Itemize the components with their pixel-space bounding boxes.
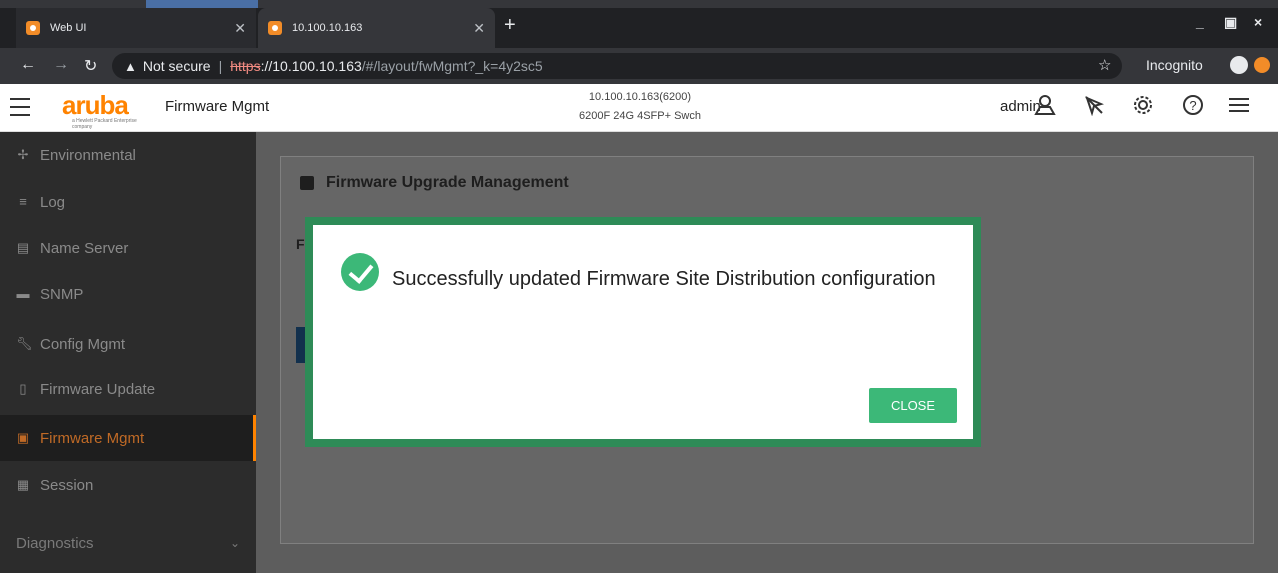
url-host: ://10.100.10.163 (260, 58, 362, 74)
sidebar-item-config-mgmt[interactable]: 🔧︎ Config Mgmt (0, 321, 256, 367)
sidebar-item-label: Log (40, 193, 66, 211)
server-icon: ▤ (16, 240, 30, 255)
sidebar-item-label: Config Mgmt (40, 335, 126, 353)
new-tab-button[interactable]: + (504, 14, 516, 37)
browser-toolbar: ← → ↻ ▲ Not secure | https ://10.100.10.… (0, 48, 1278, 84)
browser-tab-active[interactable]: 10.100.10.163 ✕ (258, 8, 495, 48)
firmware-mgmt-icon: ▣ (16, 430, 30, 445)
sidebar-item-label: SNMP (40, 285, 84, 303)
warning-icon: ▲ (124, 58, 137, 74)
app-header: aruba a Hewlett Packard Enterprise compa… (0, 84, 1278, 132)
security-label: Not secure (142, 58, 211, 74)
sidebar: ✢ Environmental ≡ Log ▤ Name Server ▬ SN… (0, 132, 256, 573)
url-separator: | (218, 58, 223, 74)
sidebar-item-snmp[interactable]: ▬ SNMP (0, 271, 256, 317)
device-model: 6200F 24G 4SFP+ Swch (579, 110, 701, 122)
close-window-button[interactable]: × (1254, 14, 1262, 30)
gear-icon[interactable] (1130, 94, 1156, 120)
chevron-down-icon: ⌄ (229, 536, 240, 550)
aruba-favicon-icon (268, 21, 282, 35)
logo-tagline: a Hewlett Packard Enterprise company (72, 118, 137, 130)
sidebar-item-label: Name Server (40, 239, 129, 257)
url-scheme: https (230, 58, 261, 74)
sidebar-item-session[interactable]: ▦ Session (0, 462, 256, 508)
restore-button[interactable]: ▣ (1224, 14, 1237, 31)
browser-tab-webui[interactable]: Web UI ✕ (16, 8, 256, 48)
menu-icon[interactable] (1226, 94, 1252, 120)
panel-title: Firmware Upgrade Management (300, 174, 569, 192)
page-title: Firmware Mgmt (165, 98, 270, 115)
tab-title: Web UI (50, 22, 87, 34)
sidebar-toggle-icon[interactable] (10, 98, 30, 116)
dialog-message: Successfully updated Firmware Site Distr… (392, 268, 936, 290)
forward-arrow-icon[interactable]: → (53, 56, 69, 74)
reload-icon[interactable]: ↻ (84, 56, 97, 76)
sidebar-item-firmware-update[interactable]: ▯ Firmware Update (0, 366, 256, 412)
close-tab-icon[interactable]: ✕ (473, 20, 485, 37)
minimize-button[interactable]: _ (1196, 14, 1204, 30)
sidebar-item-label: Environmental (40, 146, 136, 164)
list-icon: ≡ (19, 194, 27, 209)
wrench-icon: 🔧︎ (16, 336, 33, 351)
sidebar-section-diagnostics[interactable]: Diagnostics ⌄ (0, 520, 256, 566)
help-icon[interactable]: ? (1180, 94, 1206, 120)
url-path: /#/layout/fwMgmt?_k=4y2sc5 (361, 58, 543, 74)
incognito-icon (1230, 56, 1248, 74)
device-info: 10.100.10.163(6200) 6200F 24G 4SFP+ Swch (560, 88, 720, 126)
sidebar-item-label: Session (40, 476, 94, 494)
snmp-icon: ▬ (16, 286, 30, 301)
bookmark-star-icon[interactable]: ☆ (1098, 56, 1111, 74)
close-button[interactable]: CLOSE (869, 388, 957, 423)
address-bar[interactable]: ▲ Not secure | https ://10.100.10.163 /#… (112, 53, 1122, 79)
sidebar-item-firmware-mgmt[interactable]: ▣ Firmware Mgmt (0, 415, 256, 461)
panel-label-fragment: F (296, 236, 305, 252)
sidebar-item-environmental[interactable]: ✢ Environmental (0, 132, 256, 178)
firmware-mgmt-icon (300, 176, 314, 190)
sidebar-item-log[interactable]: ≡ Log (0, 179, 256, 225)
aruba-favicon-icon (26, 21, 40, 35)
extension-icon[interactable] (1254, 57, 1270, 73)
tab-title: 10.100.10.163 (292, 22, 363, 34)
browser-tab-bar: Web UI ✕ 10.100.10.163 ✕ + _ ▣ × (0, 0, 1278, 48)
location-off-icon[interactable] (1081, 94, 1107, 120)
incognito-label: Incognito (1146, 57, 1203, 73)
clipboard-icon: ▦ (16, 477, 30, 492)
sidebar-item-name-server[interactable]: ▤ Name Server (0, 225, 256, 271)
user-icon[interactable] (1032, 94, 1058, 120)
device-address: 10.100.10.163(6200) (588, 91, 692, 103)
tabbar-accent (146, 0, 258, 8)
back-arrow-icon[interactable]: ← (20, 56, 36, 74)
sidebar-item-label: Firmware Mgmt (40, 429, 145, 447)
section-label: Diagnostics (16, 534, 94, 552)
svg-text:?: ? (1189, 98, 1196, 113)
close-tab-icon[interactable]: ✕ (234, 20, 246, 37)
firmware-icon: ▯ (19, 381, 27, 396)
fan-icon: ✢ (17, 147, 29, 162)
sidebar-item-label: Firmware Update (40, 380, 156, 398)
aruba-logo: aruba (62, 90, 129, 120)
panel-title-text: Firmware Upgrade Management (326, 174, 569, 191)
